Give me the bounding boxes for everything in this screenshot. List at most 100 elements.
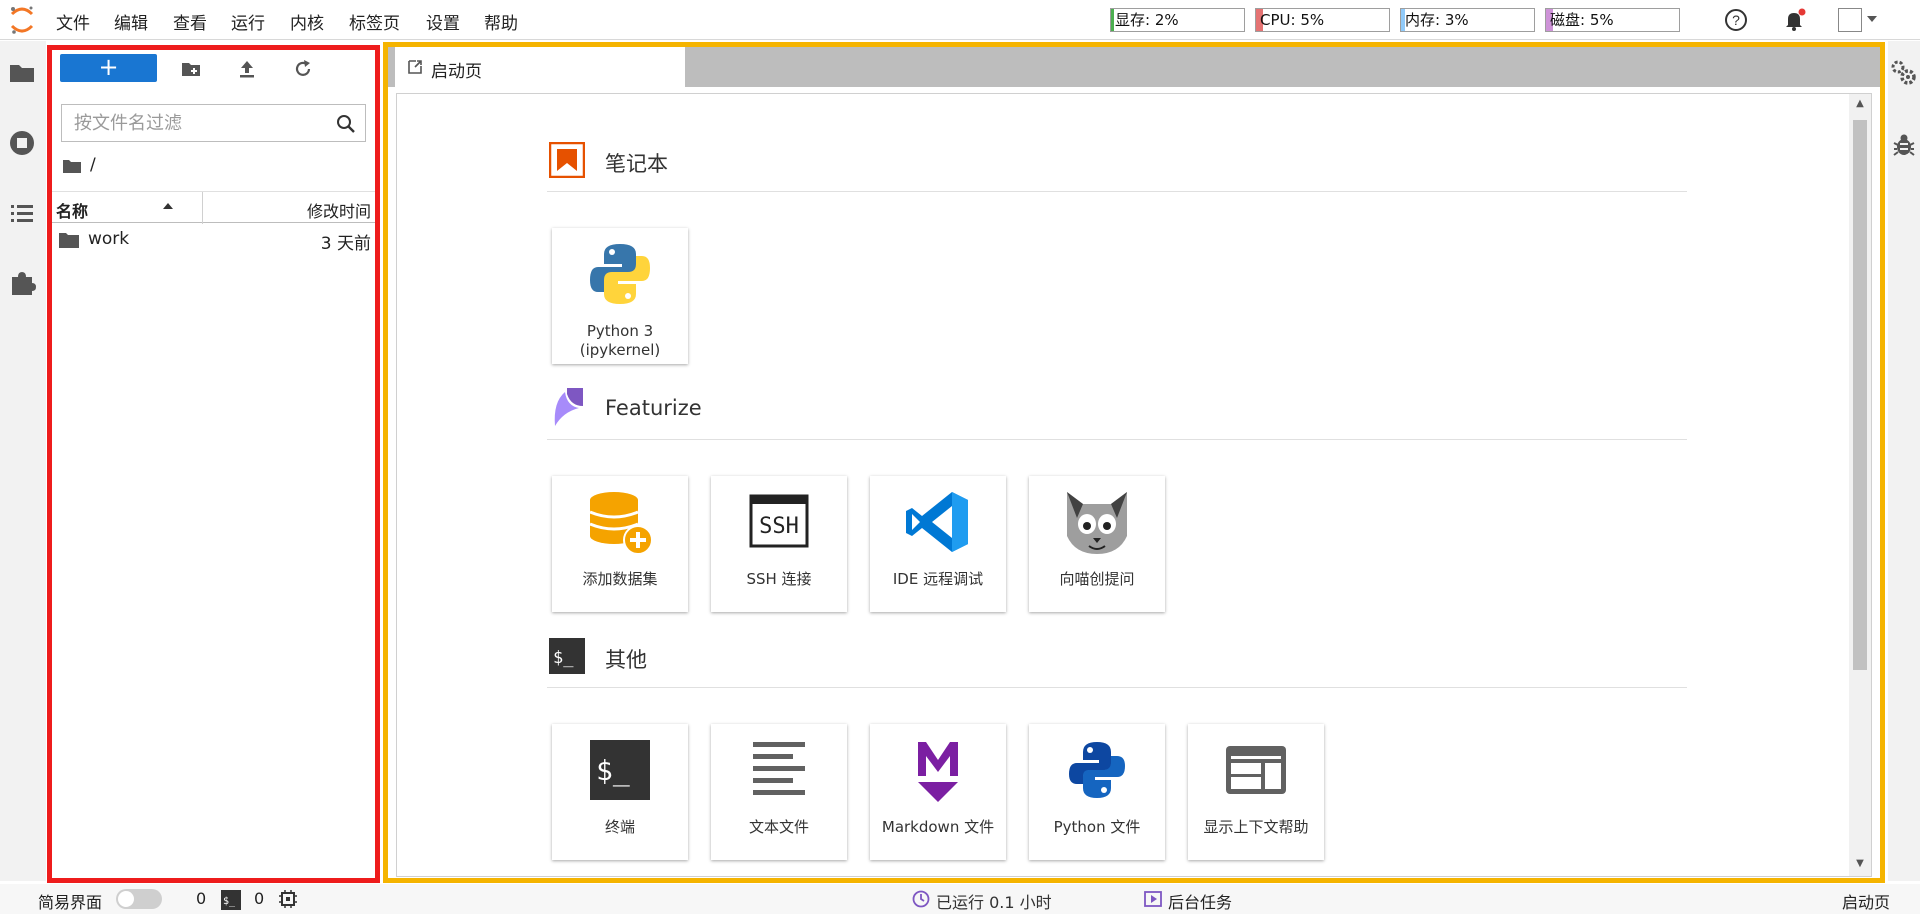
card-context-help[interactable]: 显示上下文帮助 bbox=[1188, 724, 1324, 860]
cat-icon bbox=[1067, 492, 1127, 554]
new-launcher-button[interactable]: + bbox=[60, 54, 157, 82]
kernels-count[interactable]: 0 bbox=[196, 889, 206, 908]
card-ask-question[interactable]: 向喵创提问 bbox=[1029, 476, 1165, 612]
section-title: 其他 bbox=[605, 648, 647, 672]
featurize-logo-icon bbox=[554, 388, 583, 426]
menu-bar: 文件 编辑 查看 运行 内核 标签页 设置 帮助 显存: 2% CPU: 5% … bbox=[0, 0, 1920, 40]
scroll-down-arrow-icon[interactable]: ▼ bbox=[1853, 858, 1867, 872]
running-sessions-icon[interactable] bbox=[8, 129, 36, 157]
menu-tabs[interactable]: 标签页 bbox=[349, 9, 400, 34]
section-header: Featurize bbox=[547, 388, 1687, 440]
background-tasks-icon[interactable] bbox=[1144, 891, 1162, 907]
card-label: 向喵创提问 bbox=[1059, 570, 1135, 588]
svg-text:$_: $_ bbox=[223, 896, 236, 907]
menu-kernel[interactable]: 内核 bbox=[290, 9, 324, 34]
search-icon[interactable] bbox=[335, 113, 357, 135]
launcher-panel: ▲ ▼ 笔记本 Python 3 (ipykernel) Featurize 添… bbox=[396, 93, 1872, 877]
section-featurize: Featurize bbox=[547, 388, 1687, 440]
simple-mode-toggle[interactable] bbox=[116, 889, 162, 909]
clock-icon bbox=[912, 890, 930, 908]
notification-bell-icon[interactable] bbox=[1782, 8, 1806, 32]
markdown-icon bbox=[918, 742, 958, 802]
card-add-dataset[interactable]: 添加数据集 bbox=[552, 476, 688, 612]
jupyter-logo-icon[interactable] bbox=[8, 5, 36, 35]
help-icon[interactable]: ? bbox=[1724, 8, 1748, 32]
cpu-chip-icon[interactable] bbox=[278, 889, 298, 909]
breadcrumb-root[interactable]: / bbox=[90, 155, 96, 175]
terminal-icon[interactable]: $_ bbox=[221, 890, 241, 910]
folder-icon[interactable] bbox=[8, 59, 36, 87]
python-icon bbox=[590, 244, 650, 304]
card-label: Python 文件 bbox=[1053, 818, 1141, 836]
file-row-work[interactable]: work 3 天前 bbox=[52, 224, 375, 256]
card-terminal[interactable]: $_ 终端 bbox=[552, 724, 688, 860]
notebook-bookmark-icon bbox=[549, 142, 585, 178]
menu-view[interactable]: 查看 bbox=[173, 9, 207, 34]
column-modified-header[interactable]: 修改时间 bbox=[307, 198, 371, 222]
file-filter-field[interactable] bbox=[61, 104, 366, 142]
tab-launcher[interactable]: 启动页 bbox=[395, 47, 685, 87]
card-label: 文本文件 bbox=[748, 818, 809, 836]
svg-text:SSH: SSH bbox=[759, 514, 799, 539]
section-title: Featurize bbox=[605, 396, 702, 420]
menu-settings[interactable]: 设置 bbox=[426, 9, 460, 34]
card-label: Python 3 (ipykernel) bbox=[579, 322, 661, 359]
menu-help[interactable]: 帮助 bbox=[484, 9, 518, 34]
background-tasks-label[interactable]: 后台任务 bbox=[1168, 889, 1232, 913]
tab-bar: 启动页 bbox=[388, 47, 1880, 87]
column-divider[interactable] bbox=[202, 192, 203, 224]
folder-icon bbox=[59, 233, 79, 248]
theme-toggle-box[interactable] bbox=[1838, 8, 1862, 32]
card-text-file[interactable]: 文本文件 bbox=[711, 724, 847, 860]
disk-meter: 磁盘: 5% bbox=[1545, 8, 1680, 32]
terminal-icon: $_ bbox=[549, 638, 585, 674]
ssh-icon: SSH bbox=[749, 494, 809, 548]
simple-mode-label: 简易界面 bbox=[38, 893, 103, 912]
debugger-bug-icon[interactable] bbox=[1892, 133, 1916, 157]
card-python-file[interactable]: Python 文件 bbox=[1029, 724, 1165, 860]
menu-run[interactable]: 运行 bbox=[231, 9, 265, 34]
text-file-icon bbox=[753, 742, 805, 795]
right-activity-rail bbox=[1888, 41, 1920, 881]
memory-meter: 内存: 3% bbox=[1400, 8, 1535, 32]
table-of-contents-icon[interactable] bbox=[8, 199, 36, 227]
folder-icon[interactable] bbox=[62, 158, 82, 174]
card-ssh-connect[interactable]: SSH SSH 连接 bbox=[711, 476, 847, 612]
upload-icon[interactable] bbox=[236, 58, 258, 80]
memory-label: 内存: 3% bbox=[1405, 11, 1469, 29]
terminals-count[interactable]: 0 bbox=[254, 889, 264, 908]
svg-text:$_: $_ bbox=[553, 648, 574, 668]
section-other: $_ 其他 bbox=[547, 636, 1687, 688]
section-header: 笔记本 bbox=[547, 140, 1687, 192]
column-name-header[interactable]: 名称 bbox=[56, 198, 88, 222]
scrollbar-thumb[interactable] bbox=[1853, 120, 1867, 670]
extensions-puzzle-icon[interactable] bbox=[8, 269, 36, 297]
property-inspector-gears-icon[interactable] bbox=[1890, 59, 1918, 87]
card-ide-remote-debug[interactable]: IDE 远程调试 bbox=[870, 476, 1006, 612]
sort-ascending-icon[interactable] bbox=[162, 201, 174, 211]
card-label: IDE 远程调试 bbox=[892, 570, 984, 588]
cpu-meter: CPU: 5% bbox=[1255, 8, 1390, 32]
python-file-icon bbox=[1069, 742, 1125, 798]
section-notebook: 笔记本 bbox=[547, 140, 1687, 192]
menu-file[interactable]: 文件 bbox=[56, 9, 90, 34]
card-python3-kernel[interactable]: Python 3 (ipykernel) bbox=[552, 228, 688, 364]
new-folder-icon[interactable] bbox=[180, 58, 202, 80]
vscode-icon bbox=[906, 492, 968, 552]
launcher-scrollbar[interactable]: ▲ ▼ bbox=[1849, 94, 1871, 876]
menu-edit[interactable]: 编辑 bbox=[114, 9, 148, 34]
refresh-icon[interactable] bbox=[292, 58, 314, 80]
svg-text:?: ? bbox=[1732, 12, 1740, 28]
status-bar: 简易界面 0 $_ 0 已运行 0.1 小时 后台任务 启动页 bbox=[0, 884, 1920, 914]
card-markdown-file[interactable]: Markdown 文件 bbox=[870, 724, 1006, 860]
file-filter-input[interactable] bbox=[62, 105, 322, 141]
card-label: Markdown 文件 bbox=[881, 818, 995, 836]
gpu-memory-label: 显存: 2% bbox=[1115, 11, 1179, 29]
tab-label: 启动页 bbox=[431, 62, 482, 82]
card-label: 终端 bbox=[604, 818, 635, 836]
runtime-status: 已运行 0.1 小时 bbox=[936, 893, 1052, 912]
chevron-down-icon[interactable] bbox=[1866, 14, 1878, 24]
launcher-tab-icon bbox=[408, 60, 422, 74]
scroll-up-arrow-icon[interactable]: ▲ bbox=[1853, 98, 1867, 112]
disk-label: 磁盘: 5% bbox=[1550, 11, 1614, 29]
